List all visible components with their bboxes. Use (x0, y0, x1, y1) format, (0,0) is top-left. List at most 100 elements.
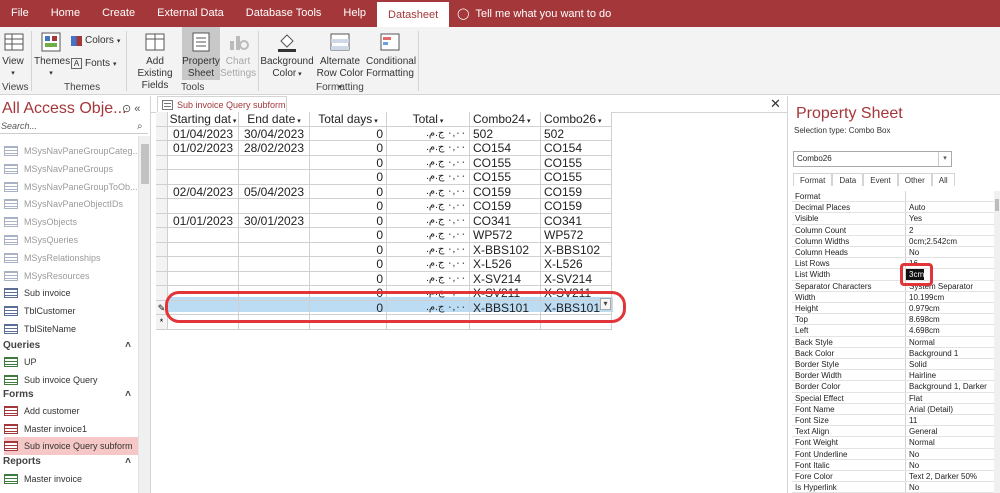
record-selector[interactable] (156, 170, 168, 185)
table-cell[interactable] (239, 155, 310, 170)
property-value[interactable]: General (906, 426, 998, 436)
property-tab-other[interactable]: Other (897, 173, 932, 186)
property-value[interactable]: No (906, 247, 998, 257)
table-cell[interactable] (168, 155, 239, 170)
table-cell[interactable]: 502 (541, 126, 612, 141)
record-selector[interactable] (156, 199, 168, 214)
table-cell[interactable]: ٠,٠٠ ج.م.‏ (387, 141, 470, 156)
record-selector[interactable] (156, 213, 168, 228)
property-row[interactable]: Border Width Hairline (792, 370, 998, 382)
table-cell[interactable]: 0 (310, 155, 387, 170)
tell-me-search[interactable]: ◯ Tell me what you want to do (457, 7, 611, 21)
nav-query-item[interactable]: Sub invoice Query (4, 371, 138, 389)
table-cell[interactable]: 0 (310, 170, 387, 185)
table-cell[interactable]: 30/01/2023 (239, 213, 310, 228)
table-cell[interactable]: 502 (470, 126, 541, 141)
column-filter-icon[interactable]: ▾ (525, 118, 531, 125)
property-row[interactable]: Text Align General (792, 426, 998, 438)
nav-table-item[interactable]: MSysResources (4, 267, 138, 285)
table-cell[interactable]: ٠,٠٠ ج.م.‏ (387, 213, 470, 228)
property-value[interactable]: 11 (906, 415, 998, 425)
property-tab-data[interactable]: Data (832, 173, 864, 186)
nav-form-item[interactable]: Master invoice1 (4, 420, 138, 438)
property-value[interactable]: Yes (906, 213, 998, 223)
close-document-icon[interactable]: ✕ (770, 96, 781, 112)
table-cell[interactable]: 30/04/2023 (239, 126, 310, 141)
record-selector[interactable] (156, 184, 168, 199)
property-sheet-button[interactable]: Property Sheet (182, 27, 220, 80)
table-cell[interactable] (168, 257, 239, 272)
property-row[interactable]: Left 4.698cm (792, 325, 998, 337)
table-cell[interactable]: X-SV214 (470, 271, 541, 286)
property-value[interactable]: Text 2, Darker 50% (906, 471, 998, 481)
table-cell[interactable] (239, 242, 310, 257)
nav-pane-title[interactable]: All Access Obje... (2, 100, 127, 118)
search-icon[interactable]: ⌕ (137, 121, 143, 132)
column-header[interactable]: Starting dat ▾ (168, 112, 239, 127)
nav-search-input[interactable]: Search... (0, 121, 148, 134)
ribbon-tab-home[interactable]: Home (40, 0, 91, 27)
property-row[interactable]: Column Count 2 (792, 224, 998, 236)
table-cell[interactable]: 05/04/2023 (239, 184, 310, 199)
table-cell[interactable]: ٠,٠٠ ج.م.‏ (387, 155, 470, 170)
table-cell[interactable]: ٠,٠٠ ج.م.‏ (387, 271, 470, 286)
column-header[interactable]: Total days ▾ (310, 112, 387, 127)
column-header[interactable]: Combo24 ▾ (470, 112, 541, 127)
table-cell[interactable]: 0 (310, 271, 387, 286)
table-cell[interactable]: 0 (310, 228, 387, 243)
property-row[interactable]: List Width 3cm (792, 269, 998, 281)
table-cell[interactable]: X-BBS102 (470, 242, 541, 257)
property-row[interactable]: Fore Color Text 2, Darker 50% (792, 471, 998, 483)
table-cell[interactable]: ٠,٠٠ ج.م.‏ (387, 170, 470, 185)
table-cell[interactable]: CO159 (470, 184, 541, 199)
property-row[interactable]: Special Effect Flat (792, 392, 998, 404)
table-cell[interactable]: 0 (310, 199, 387, 214)
table-cell[interactable]: CO155 (470, 170, 541, 185)
table-cell[interactable] (168, 228, 239, 243)
property-row[interactable]: Visible Yes (792, 213, 998, 225)
property-row[interactable]: Decimal Places Auto (792, 202, 998, 214)
table-cell[interactable]: X-L526 (470, 257, 541, 272)
nav-dropdown-icon[interactable]: ⊙ (122, 103, 131, 115)
table-cell[interactable]: ٠,٠٠ ج.م.‏ (387, 126, 470, 141)
nav-table-item[interactable]: TblCustomer (4, 302, 138, 320)
nav-table-item[interactable]: MSysNavPaneGroups (4, 160, 138, 178)
table-cell[interactable]: CO341 (541, 213, 612, 228)
themes-button[interactable]: Themes ▾ (34, 29, 70, 80)
property-row[interactable]: Width 10.199cm (792, 291, 998, 303)
table-cell[interactable] (239, 257, 310, 272)
record-selector[interactable] (156, 141, 168, 156)
column-header[interactable]: End date ▾ (239, 112, 310, 127)
table-cell[interactable]: ٠,٠٠ ج.م.‏ (387, 199, 470, 214)
column-filter-icon[interactable]: ▾ (438, 118, 444, 125)
collapse-chevron-icon[interactable]: ˄ (125, 389, 131, 403)
table-cell[interactable] (168, 199, 239, 214)
background-color-button[interactable]: Background Color ▾ (260, 29, 314, 81)
property-row[interactable]: Font Italic No (792, 459, 998, 471)
table-cell[interactable]: ٠,٠٠ ج.م.‏ (387, 184, 470, 199)
property-row[interactable]: Back Style Normal (792, 336, 998, 348)
ribbon-tab-help[interactable]: Help (332, 0, 377, 27)
table-cell[interactable]: 0 (310, 242, 387, 257)
add-existing-fields-button[interactable]: Add Existing Fields (129, 29, 181, 92)
table-cell[interactable]: CO155 (541, 155, 612, 170)
nav-table-item[interactable]: Sub invoice (4, 284, 138, 302)
property-value[interactable]: 2 (906, 225, 998, 235)
document-tab[interactable]: Sub invoice Query subform (157, 96, 287, 113)
property-value[interactable] (906, 191, 998, 201)
property-row[interactable]: Format (792, 191, 998, 203)
property-value[interactable]: 0cm;2.542cm (906, 236, 998, 246)
table-cell[interactable]: CO341 (470, 213, 541, 228)
property-value[interactable]: 10.199cm (906, 292, 998, 302)
record-selector[interactable] (156, 242, 168, 257)
new-record-selector[interactable]: * (156, 315, 168, 330)
chevron-down-icon[interactable]: ▾ (938, 152, 951, 166)
ribbon-tab-create[interactable]: Create (91, 0, 146, 27)
column-filter-icon[interactable]: ▾ (596, 118, 602, 125)
table-cell[interactable]: X-L526 (541, 257, 612, 272)
table-cell[interactable]: ٠,٠٠ ج.م.‏ (387, 228, 470, 243)
property-row[interactable]: Back Color Background 1 (792, 347, 998, 359)
record-selector[interactable] (156, 126, 168, 141)
record-selector[interactable] (156, 257, 168, 272)
nav-collapse-icon[interactable]: « (134, 103, 140, 115)
